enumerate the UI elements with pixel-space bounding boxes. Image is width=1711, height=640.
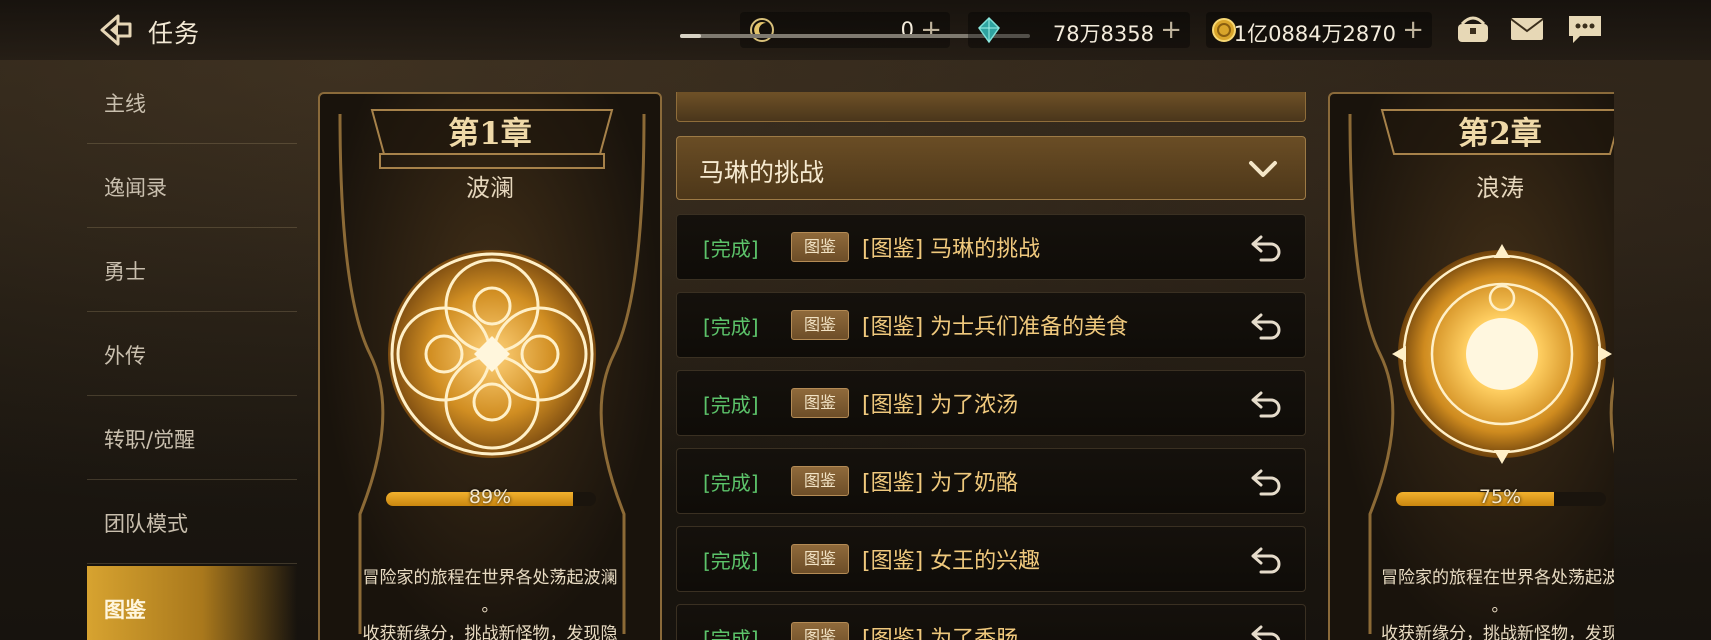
quest-row[interactable]: [完成] 图鉴 [图鉴] 马琳的挑战 <box>676 214 1306 280</box>
quest-row[interactable]: [完成] 图鉴 [图鉴] 为了浓汤 <box>676 370 1306 436</box>
return-arrow-icon[interactable] <box>1249 233 1283 263</box>
quest-tag: 图鉴 <box>791 232 849 262</box>
quest-tag: 图鉴 <box>791 544 849 574</box>
back-arrow-icon <box>100 14 132 46</box>
quest-status: [完成] <box>703 627 759 640</box>
quest-name: [图鉴] 为士兵们准备的美食 <box>862 315 1129 340</box>
quest-row[interactable]: [完成] 图鉴 [图鉴] 女王的兴趣 <box>676 526 1306 592</box>
chapter-desc-line: 。 <box>481 596 499 616</box>
chapter-desc-line: 冒险家的旅程在世界各处荡起波 <box>1381 568 1614 588</box>
chapter-title: 第2章 <box>1458 116 1542 152</box>
resource-crystal-plus[interactable]: + <box>1160 15 1182 45</box>
chapter-card-2-clip: 第2章 浪涛 75% 冒险家的旅程在世界各处荡起波 。 收获新缘分，挑战新怪物，… <box>1328 0 1614 640</box>
quest-name: [图鉴] 女王的兴趣 <box>862 549 1041 574</box>
return-arrow-icon[interactable] <box>1249 389 1283 419</box>
quest-status: [完成] <box>703 393 759 417</box>
chapter-desc-line: 。 <box>1491 596 1509 616</box>
sidebar-item-label: 勇士 <box>104 260 146 284</box>
quest-tag: 图鉴 <box>791 466 849 496</box>
sidebar-item-label: 外传 <box>104 344 146 368</box>
quest-group-title: 马琳的挑战 <box>699 158 825 187</box>
quest-row[interactable]: [完成] 图鉴 [图鉴] 为士兵们准备的美食 <box>676 292 1306 358</box>
back-button[interactable] <box>96 10 136 50</box>
sidebar-item-label: 主线 <box>104 92 146 116</box>
quest-name: [图鉴] 马琳的挑战 <box>862 237 1041 262</box>
chapter-desc-line: 收获新缘分，挑战新怪物，发现隐 <box>362 624 618 640</box>
resource-slider-fill <box>680 34 701 38</box>
quest-name: [图鉴] 为了浓汤 <box>862 393 1019 418</box>
quest-tag: 图鉴 <box>791 622 849 640</box>
chapter-subtitle: 波澜 <box>466 174 514 202</box>
chapter-card-2[interactable]: 第2章 浪涛 75% 冒险家的旅程在世界各处荡起波 。 收获新缘分，挑战新怪物，… <box>1328 92 1614 640</box>
sidebar-item-label: 图鉴 <box>104 598 146 622</box>
sidebar-item-label: 团队模式 <box>104 512 188 536</box>
sidebar-item-job-awaken[interactable]: 转职/觉醒 <box>87 396 297 480</box>
resource-crescent-plus[interactable]: + <box>920 15 942 45</box>
quest-status: [完成] <box>703 471 759 495</box>
chapter-emblem-rings-icon <box>388 250 596 458</box>
sidebar-item-anecdotes[interactable]: 逸闻录 <box>87 144 297 228</box>
quest-tag: 图鉴 <box>791 388 849 418</box>
return-arrow-icon[interactable] <box>1249 311 1283 341</box>
return-arrow-icon[interactable] <box>1249 467 1283 497</box>
sidebar-item-codex[interactable]: 图鉴 <box>87 566 297 640</box>
chevron-down-icon <box>1249 161 1277 177</box>
quest-group-header[interactable]: 马琳的挑战 <box>676 136 1306 200</box>
chapter-title: 第1章 <box>448 116 532 152</box>
quest-list[interactable]: 马琳的挑战 [完成] 图鉴 [图鉴] 马琳的挑战 [完成] 图鉴 [图鉴] 为士… <box>676 92 1306 640</box>
crystal-icon <box>978 16 1000 44</box>
quest-name: [图鉴] 为了奶酪 <box>862 471 1019 496</box>
quest-row[interactable]: [完成] 图鉴 [图鉴] 为了奶酪 <box>676 448 1306 514</box>
sidebar-item-team-mode[interactable]: 团队模式 <box>87 480 297 564</box>
resource-crystal-value: 78万8358 <box>1052 22 1154 46</box>
chapter-subtitle: 浪涛 <box>1476 174 1524 202</box>
sidebar-item-side-story[interactable]: 外传 <box>87 312 297 396</box>
sidebar-item-main[interactable]: 主线 <box>87 60 297 144</box>
chapter-desc-line: 冒险家的旅程在世界各处荡起波澜 <box>362 568 618 588</box>
crescent-coin-icon <box>750 18 774 42</box>
quest-status: [完成] <box>703 237 759 261</box>
quest-name: [图鉴] 为了香肠 <box>862 627 1019 640</box>
sidebar: 主线 逸闻录 勇士 外传 转职/觉醒 团队模式 图鉴 <box>87 60 297 640</box>
quest-row[interactable]: [完成] 图鉴 [图鉴] 为了香肠 <box>676 604 1306 640</box>
quest-status: [完成] <box>703 549 759 573</box>
chapter-card-1[interactable]: 第1章 波澜 89% 冒险家的旅程在世界各处荡起波澜 。 收获新缘分，挑战新怪物… <box>318 92 662 640</box>
chapter-description: 冒险家的旅程在世界各处荡起波 。 收获新缘分，挑战新怪物，发现 <box>1344 564 1614 640</box>
return-arrow-icon[interactable] <box>1249 623 1283 640</box>
quest-status: [完成] <box>703 315 759 339</box>
chapter-description: 冒险家的旅程在世界各处荡起波澜 。 收获新缘分，挑战新怪物，发现隐 <box>334 564 646 640</box>
chapter-emblem-sun-icon <box>1392 244 1612 464</box>
sidebar-item-warrior[interactable]: 勇士 <box>87 228 297 312</box>
sidebar-item-label: 逸闻录 <box>104 176 167 200</box>
chapter-progress-label: 89% <box>468 486 512 508</box>
previous-group-header[interactable] <box>676 92 1306 122</box>
resource-crescent: 0 + <box>740 12 950 48</box>
page-title: 任务 <box>148 19 201 48</box>
quest-tag: 图鉴 <box>791 310 849 340</box>
resource-crystal: 78万8358 + <box>968 12 1190 48</box>
sidebar-item-label: 转职/觉醒 <box>104 428 196 452</box>
chapter-progress-label: 75% <box>1478 486 1522 508</box>
chapter-desc-line: 收获新缘分，挑战新怪物，发现 <box>1381 624 1614 640</box>
return-arrow-icon[interactable] <box>1249 545 1283 575</box>
resource-crescent-value: 0 <box>900 18 914 42</box>
